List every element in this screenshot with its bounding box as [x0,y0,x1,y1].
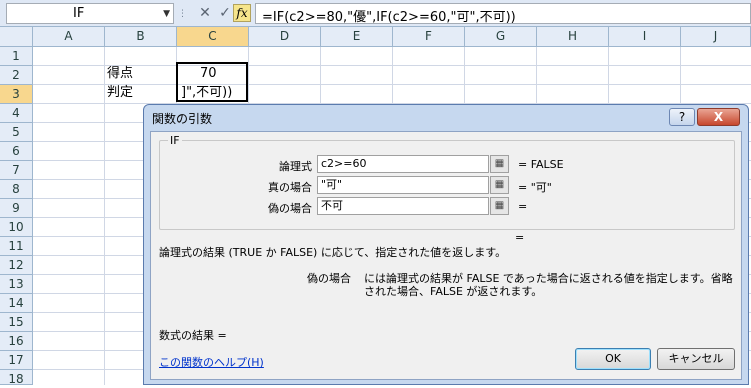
row-header-16[interactable]: 16 [0,332,33,351]
row-header-12[interactable]: 12 [0,256,33,275]
splitter-handle-icon[interactable]: ⋮ [178,9,187,19]
collapse-dialog-icon[interactable]: ▦ [490,176,509,194]
row-header-11[interactable]: 11 [0,237,33,256]
row-header-8[interactable]: 8 [0,180,33,199]
parameter-name: 偽の場合 [307,272,351,285]
function-name: IF [168,134,182,147]
row-header-17[interactable]: 17 [0,351,33,370]
argument-result: = [518,200,528,213]
value-if-true-input[interactable]: "可" [317,176,489,194]
column-header-d[interactable]: D [249,27,321,47]
column-header-a[interactable]: A [33,27,105,47]
help-button[interactable]: ? [669,108,695,126]
row-header-9[interactable]: 9 [0,199,33,218]
logical-test-input[interactable]: c2>=60 [317,155,489,173]
argument-group: IF 論理式 c2>=60 ▦ = FALSE 真の場合 "可" ▦ = "可"… [159,134,736,230]
parameter-description-line2: された場合、FALSE が返されます。 [364,285,543,298]
ok-button[interactable]: OK [575,348,651,370]
row-header-2[interactable]: 2 [0,66,33,85]
fx-icon[interactable]: fx [233,4,251,22]
column-header-f[interactable]: F [393,27,465,47]
collapse-dialog-icon[interactable]: ▦ [490,197,509,215]
row-header-18[interactable]: 18 [0,370,33,386]
select-all-corner[interactable] [0,27,33,47]
row-header-6[interactable]: 6 [0,142,33,161]
column-header-g[interactable]: G [465,27,537,47]
argument-label: 偽の場合 [268,202,312,215]
argument-result: = "可" [518,181,552,194]
value-if-false-input[interactable]: 不可 [317,197,489,215]
formula-result: 数式の結果 = [159,329,227,342]
cancel-button[interactable]: キャンセル [657,348,735,370]
row-header-5[interactable]: 5 [0,123,33,142]
enter-check-icon[interactable]: ✓ [215,3,235,24]
selected-range-border [176,62,248,102]
row-header-14[interactable]: 14 [0,294,33,313]
overall-result: = [515,231,525,244]
row-header-7[interactable]: 7 [0,161,33,180]
row-header-15[interactable]: 15 [0,313,33,332]
argument-row-value-if-false: 偽の場合 不可 ▦ = [160,197,736,217]
dialog-body: IF 論理式 c2>=60 ▦ = FALSE 真の場合 "可" ▦ = "可"… [150,131,742,380]
column-header-b[interactable]: B [105,27,177,47]
function-description: 論理式の結果 (TRUE か FALSE) に応じて、指定された値を返します。 [159,246,507,259]
formula-input[interactable]: =IF(c2>=80,"優",IF(c2>=60,"可",不可)) [255,3,751,25]
argument-label: 真の場合 [268,181,312,194]
chevron-down-icon[interactable]: ▼ [163,9,170,19]
cell-b2[interactable]: 得点 [107,65,133,84]
row-header-10[interactable]: 10 [0,218,33,237]
row-header-3[interactable]: 3 [0,85,33,104]
argument-result: = FALSE [518,158,564,171]
argument-label: 論理式 [279,160,312,173]
argument-row-value-if-true: 真の場合 "可" ▦ = "可" [160,176,736,196]
name-box-value: IF [73,6,85,21]
column-header-i[interactable]: I [609,27,681,47]
column-header-c[interactable]: C [177,27,249,47]
name-box[interactable]: IF ▼ [6,3,174,24]
row-header-13[interactable]: 13 [0,275,33,294]
row-header-1[interactable]: 1 [0,47,33,66]
formula-text: =IF(c2>=80,"優",IF(c2>=60,"可",不可)) [262,10,516,25]
formula-bar: IF ▼ ⋮ ✕ ✓ fx =IF(c2>=80,"優",IF(c2>=60,"… [0,0,751,27]
column-header-j[interactable]: J [681,27,751,47]
column-header-e[interactable]: E [321,27,393,47]
row-header-4[interactable]: 4 [0,104,33,123]
function-arguments-dialog: 関数の引数 ? X IF 論理式 c2>=60 ▦ = FALSE 真の場合 "… [143,104,749,385]
argument-row-logical-test: 論理式 c2>=60 ▦ = FALSE [160,155,736,175]
collapse-dialog-icon[interactable]: ▦ [490,155,509,173]
dialog-title: 関数の引数 [152,112,213,126]
close-button[interactable]: X [697,108,740,126]
cell-b3[interactable]: 判定 [107,84,133,103]
function-help-link[interactable]: この関数のヘルプ(H) [159,354,264,370]
column-header-h[interactable]: H [537,27,609,47]
cancel-x-icon[interactable]: ✕ [195,3,215,24]
